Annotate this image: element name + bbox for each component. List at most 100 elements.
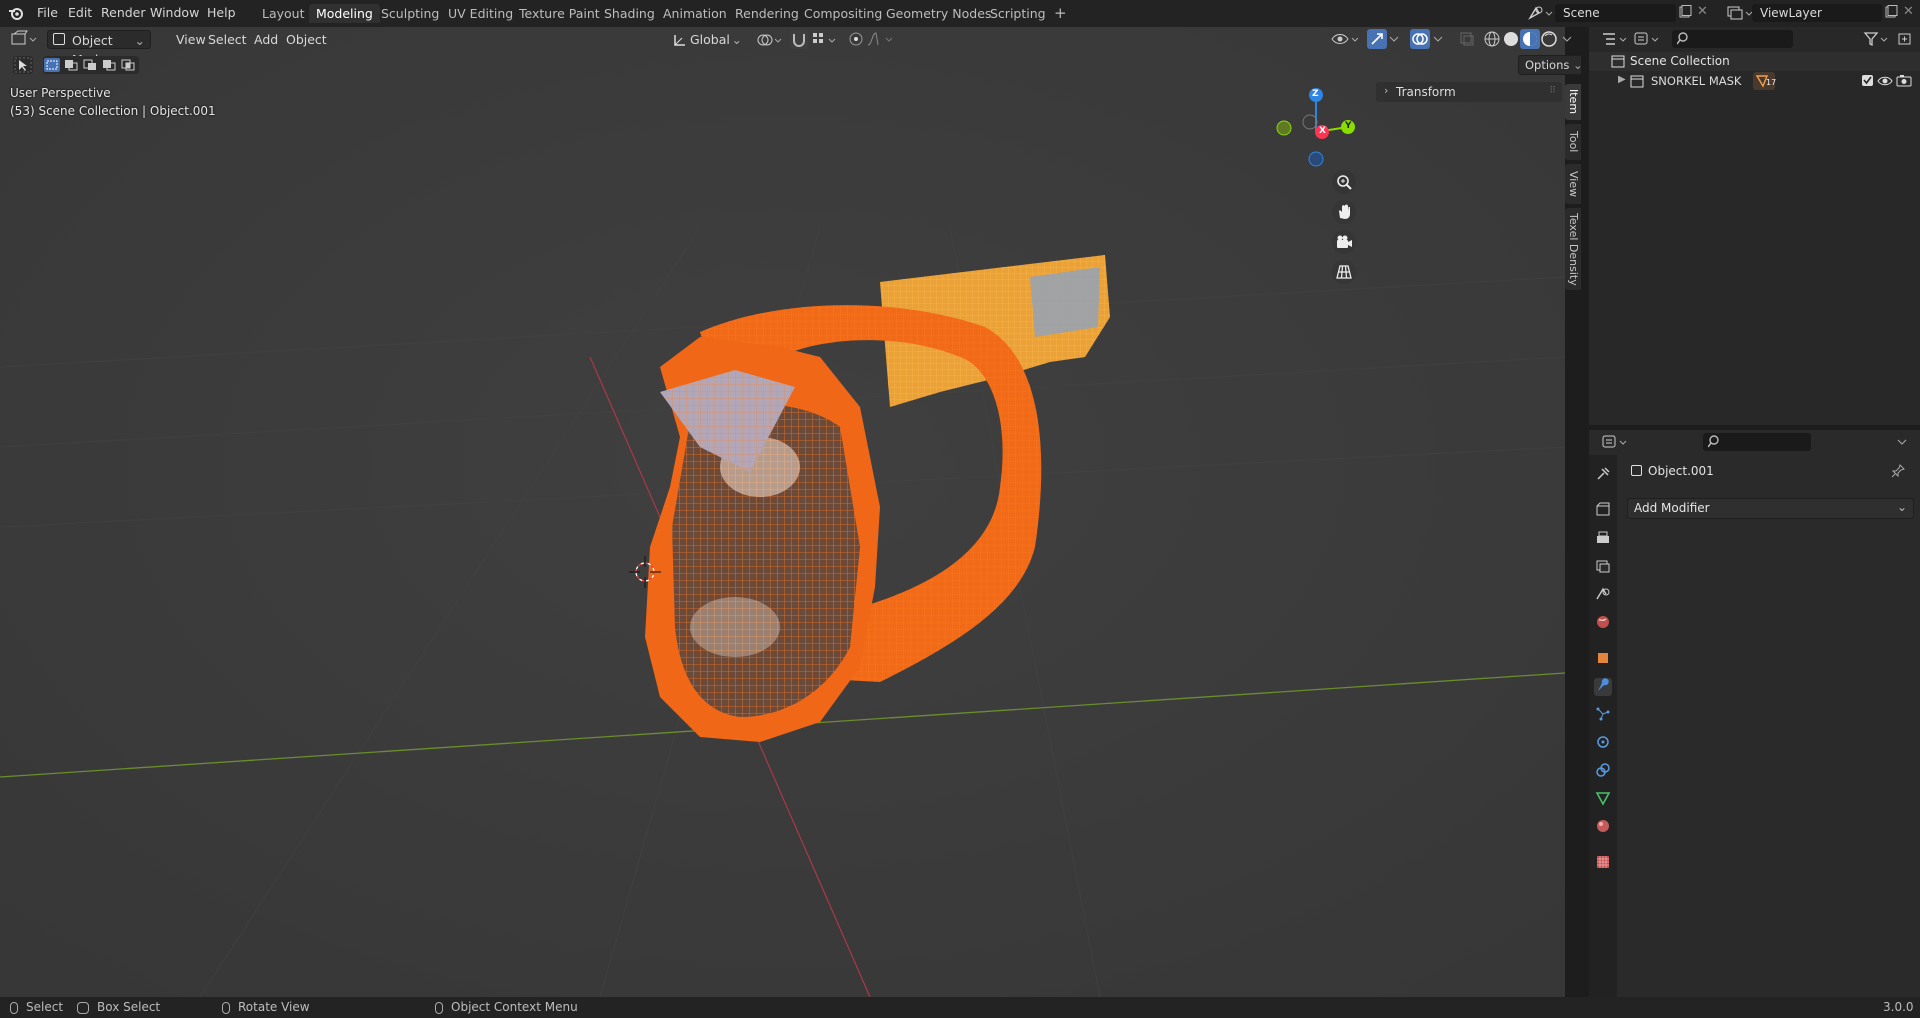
select-menu[interactable]: Select	[202, 30, 253, 49]
proportional-editing-icon[interactable]	[848, 31, 864, 47]
world-properties-icon[interactable]	[1594, 614, 1612, 632]
menu-edit[interactable]: Edit	[62, 4, 98, 22]
tab-modeling[interactable]: Modeling	[309, 4, 380, 23]
pivot-point-icon[interactable]	[755, 31, 783, 49]
tab-shading[interactable]: Shading	[597, 4, 662, 23]
display-mode-icon[interactable]	[1633, 30, 1661, 48]
constraints-properties-icon[interactable]	[1594, 762, 1612, 780]
tab-sculpting[interactable]: Sculpting	[374, 4, 446, 23]
snap-target-icon[interactable]	[811, 31, 839, 49]
tab-texture-paint[interactable]: Texture Paint	[512, 4, 607, 23]
expand-arrow-icon[interactable]: ▶	[1618, 74, 1626, 85]
add-modifier-dropdown[interactable]: Add Modifier ⌄	[1627, 498, 1914, 519]
scene-icon[interactable]	[1527, 4, 1553, 22]
tab-layout[interactable]: Layout	[255, 4, 312, 23]
tab-scripting[interactable]: Scripting	[983, 4, 1053, 23]
proportional-falloff-icon[interactable]	[866, 31, 896, 47]
delete-view-layer-icon[interactable]: ✕	[1903, 4, 1915, 19]
render-properties-icon[interactable]	[1594, 502, 1612, 520]
new-view-layer-icon[interactable]	[1884, 5, 1898, 19]
checkbox-icon[interactable]	[1862, 75, 1873, 86]
menu-window[interactable]: Window	[144, 4, 205, 22]
properties-editor-type-icon[interactable]	[1601, 433, 1629, 451]
particles-properties-icon[interactable]	[1594, 706, 1612, 724]
delete-scene-icon[interactable]: ✕	[1697, 4, 1709, 19]
select-invert-icon[interactable]	[101, 58, 117, 72]
physics-properties-icon[interactable]	[1594, 734, 1612, 752]
snap-toggle-icon[interactable]	[790, 30, 808, 49]
tab-item[interactable]: Item	[1565, 84, 1581, 120]
properties-search-input[interactable]	[1703, 433, 1811, 451]
overlays-dropdown-icon[interactable]	[1433, 33, 1443, 43]
add-menu[interactable]: Add	[248, 30, 284, 49]
select-new-icon[interactable]	[44, 58, 60, 72]
mesh-children-badge-icon[interactable]: 17	[1753, 72, 1776, 90]
pin-icon[interactable]	[1891, 464, 1905, 481]
shading-wireframe-icon[interactable]	[1483, 30, 1501, 48]
shading-solid-icon[interactable]	[1502, 30, 1520, 48]
scene-name-field[interactable]: Scene	[1555, 4, 1676, 22]
render-camera-icon[interactable]	[1896, 74, 1912, 91]
viewport-perspective-label: User Perspective	[10, 86, 111, 100]
zoom-view-icon[interactable]	[1332, 170, 1356, 194]
blender-logo-icon[interactable]	[8, 5, 24, 21]
tab-tool[interactable]: Tool	[1565, 124, 1581, 160]
drag-handle-icon[interactable]: ⠿	[1549, 86, 1556, 96]
filter-icon[interactable]	[1863, 30, 1891, 48]
outliner-search-input[interactable]	[1672, 30, 1793, 48]
modifier-properties-wrench-icon[interactable]	[1594, 678, 1612, 696]
tab-view[interactable]: View	[1565, 164, 1581, 204]
shading-rendered-icon[interactable]	[1540, 30, 1558, 48]
collection-icon	[1630, 75, 1644, 91]
texture-properties-icon[interactable]	[1594, 854, 1612, 872]
menu-help[interactable]: Help	[201, 4, 242, 22]
options-dropdown[interactable]: Options ⌄	[1518, 55, 1590, 75]
visibility-selectability-icon[interactable]	[1330, 30, 1360, 48]
3d-viewport[interactable]	[0, 27, 1565, 997]
object-properties-icon[interactable]	[1594, 650, 1612, 668]
perspective-ortho-grid-icon[interactable]	[1332, 260, 1356, 284]
chevron-down-icon[interactable]	[1897, 436, 1907, 446]
output-properties-icon[interactable]	[1594, 530, 1612, 548]
new-collection-icon[interactable]	[1897, 31, 1913, 47]
select-extend-icon[interactable]	[63, 58, 79, 72]
outliner-editor-type-icon[interactable]	[1601, 30, 1629, 48]
new-scene-icon[interactable]	[1678, 5, 1692, 19]
chevron-right-icon: ›	[1384, 84, 1389, 97]
object-menu[interactable]: Object	[280, 30, 333, 49]
scene-collection-row[interactable]: Scene Collection	[1589, 52, 1920, 71]
area-divider[interactable]	[1581, 27, 1589, 997]
view-layer-icon[interactable]	[1725, 4, 1753, 22]
pan-view-hand-icon[interactable]	[1332, 200, 1356, 224]
transform-panel-header[interactable]: › Transform ⠿	[1376, 82, 1562, 102]
scene-properties-icon[interactable]	[1594, 586, 1612, 604]
xray-toggle-icon[interactable]	[1459, 31, 1475, 47]
select-intersect-icon[interactable]	[120, 58, 136, 72]
gizmo-neg-y-axis	[1276, 120, 1292, 136]
view-layer-field[interactable]: ViewLayer	[1752, 4, 1882, 22]
selection-mode-group	[43, 56, 139, 74]
outliner-row-snorkel-mask[interactable]: ▶ SNORKEL MASK 17	[1589, 72, 1920, 91]
data-properties-icon[interactable]	[1594, 790, 1612, 808]
material-properties-icon[interactable]	[1594, 818, 1612, 836]
menu-file[interactable]: File	[31, 4, 64, 22]
shading-dropdown-icon[interactable]	[1562, 33, 1572, 43]
tab-geometry-nodes[interactable]: Geometry Nodes	[879, 4, 998, 23]
select-subtract-icon[interactable]	[82, 58, 98, 72]
tool-properties-icon[interactable]	[1594, 466, 1612, 484]
view-layer-properties-icon[interactable]	[1594, 558, 1612, 576]
select-tool-icon[interactable]	[13, 56, 33, 74]
tab-animation[interactable]: Animation	[656, 4, 734, 23]
camera-view-icon[interactable]	[1332, 230, 1356, 254]
overlays-toggle-icon[interactable]	[1410, 29, 1430, 49]
tab-uv-editing[interactable]: UV Editing	[441, 4, 520, 23]
gizmo-dropdown-icon[interactable]	[1389, 33, 1399, 43]
tab-texel-density[interactable]: Texel Density	[1565, 208, 1581, 290]
shading-material-icon[interactable]	[1520, 29, 1540, 49]
tab-rendering[interactable]: Rendering	[728, 4, 806, 23]
editor-type-icon[interactable]	[10, 30, 38, 48]
gizmo-toggle-icon[interactable]	[1367, 29, 1387, 49]
eye-icon[interactable]	[1877, 74, 1893, 91]
add-workspace-button[interactable]: +	[1047, 4, 1074, 23]
tab-compositing[interactable]: Compositing	[797, 4, 889, 23]
